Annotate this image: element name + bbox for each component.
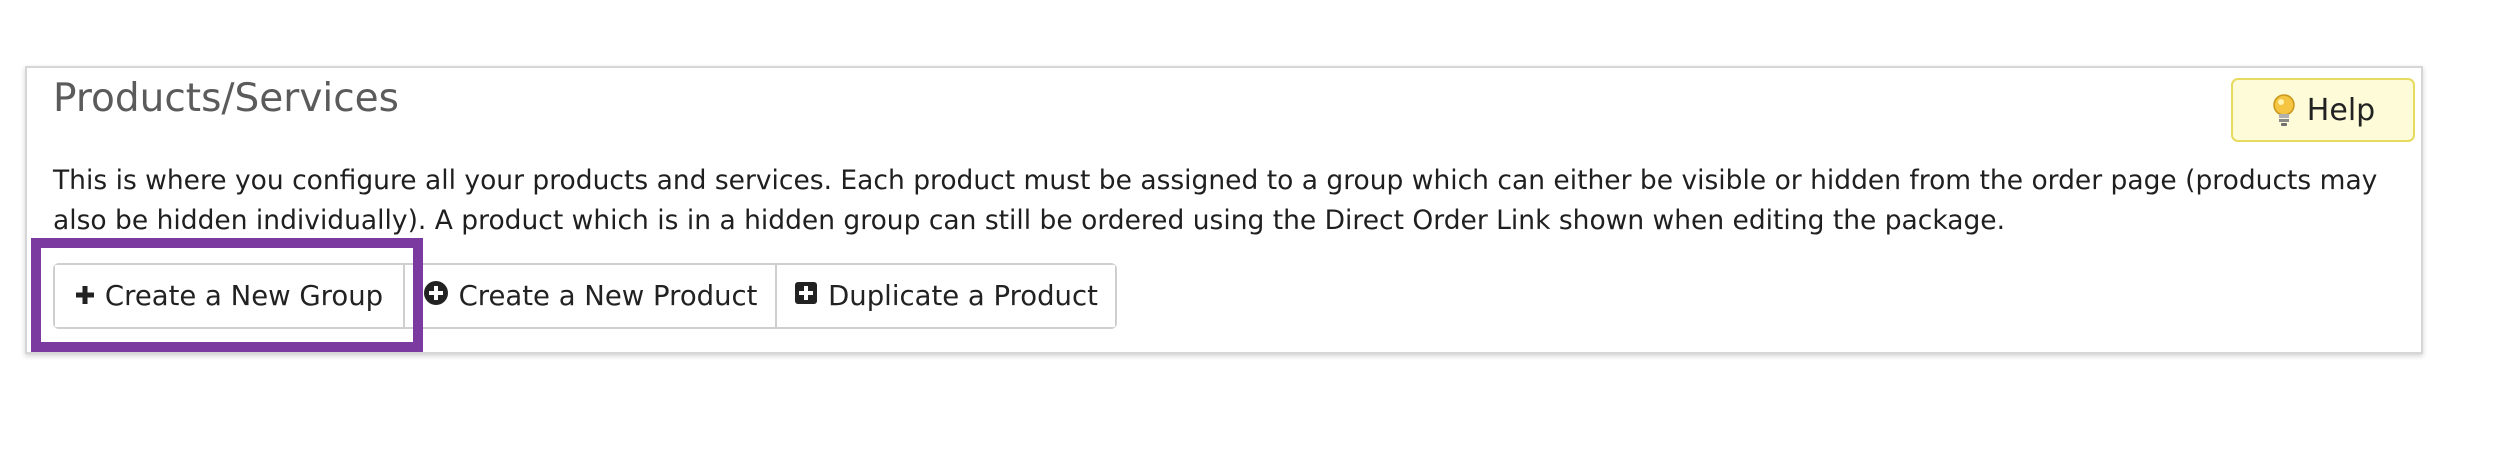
lightbulb-icon bbox=[2271, 93, 2297, 127]
create-new-product-label: Create a New Product bbox=[458, 280, 758, 312]
duplicate-product-label: Duplicate a Product bbox=[828, 280, 1098, 312]
create-new-group-label: Create a New Group bbox=[104, 280, 384, 312]
plus-icon bbox=[75, 280, 95, 312]
action-button-group: Create a New Group Create a New Product bbox=[53, 263, 1117, 329]
plus-square-icon bbox=[794, 280, 818, 312]
products-services-panel: Products/Services Help This is where you… bbox=[25, 66, 2423, 354]
create-new-product-button[interactable]: Create a New Product bbox=[403, 265, 775, 327]
duplicate-product-button[interactable]: Duplicate a Product bbox=[775, 265, 1115, 327]
plus-circle-icon bbox=[423, 280, 449, 313]
page-title: Products/Services bbox=[53, 76, 399, 121]
create-new-group-button[interactable]: Create a New Group bbox=[55, 265, 403, 327]
help-button[interactable]: Help bbox=[2231, 78, 2415, 142]
help-label: Help bbox=[2306, 92, 2376, 128]
page-description: This is where you configure all your pro… bbox=[53, 165, 2378, 236]
